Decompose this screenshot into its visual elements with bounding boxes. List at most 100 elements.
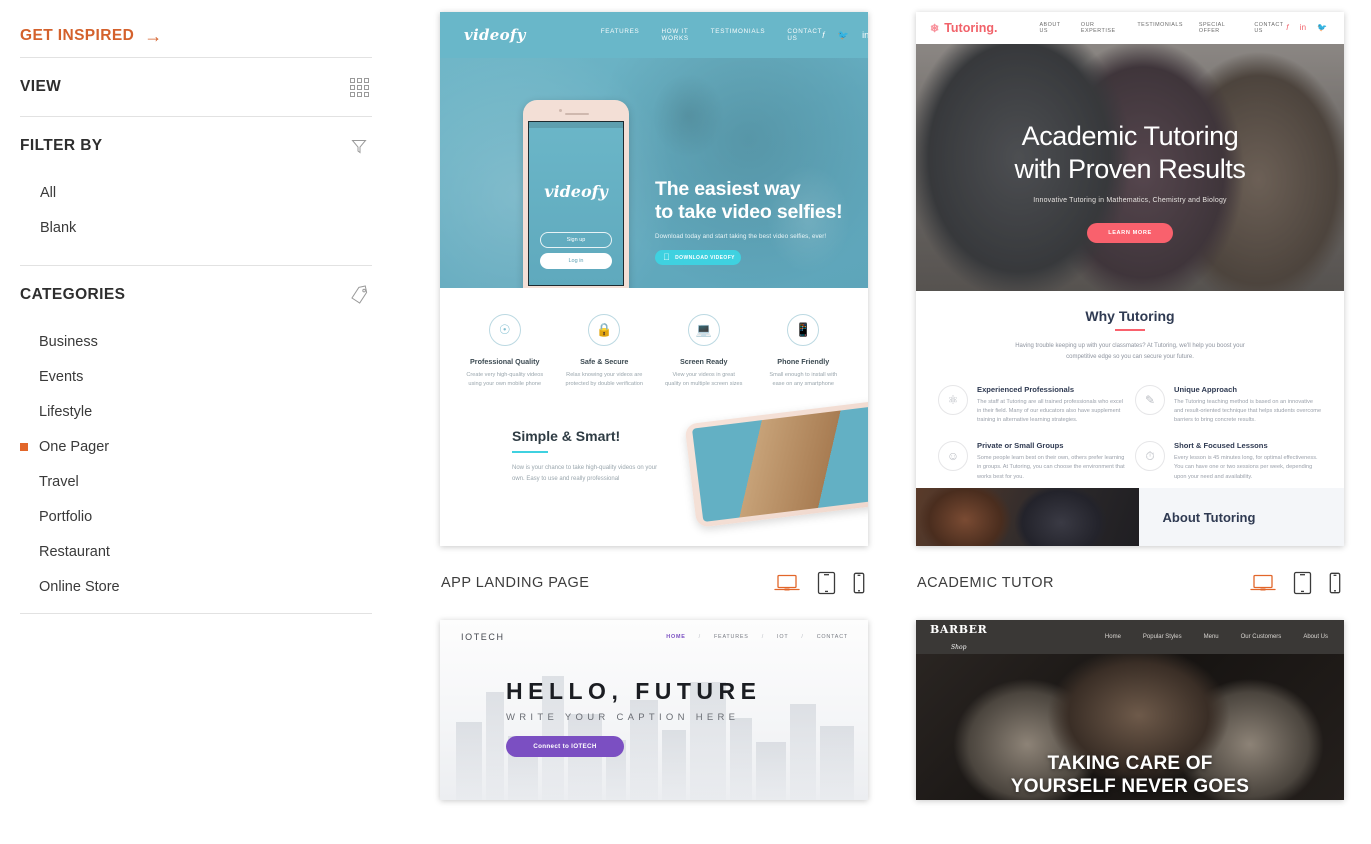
preview-logo: ❄ Tutoring.: [930, 21, 997, 35]
category-option-events[interactable]: Events: [20, 359, 372, 394]
category-option-label: Portfolio: [39, 508, 93, 525]
funnel-icon[interactable]: [346, 133, 372, 159]
nav-link: CONTACT: [816, 634, 848, 640]
nav-link: Home: [1104, 634, 1121, 640]
feature-item: ☉ Professional Quality Create very high-…: [456, 314, 554, 388]
category-option-online-store[interactable]: Online Store: [20, 569, 372, 604]
nav-link: Popular Styles: [1142, 634, 1182, 640]
preview-headline: HELLO, FUTURE: [506, 678, 762, 704]
filter-option-blank[interactable]: Blank: [20, 210, 372, 245]
nav-link: Our Customers: [1240, 634, 1282, 640]
desktop-icon[interactable]: [1250, 574, 1276, 592]
template-card[interactable]: BARBER Shop Home Popular Styles Menu Our…: [916, 620, 1344, 800]
feature-desc: View your videos in great quality on mul…: [665, 372, 743, 387]
about-title: About Tutoring: [1162, 509, 1256, 525]
template-card[interactable]: ❄ Tutoring. ABOUT US OUR EXPERTISE TESTI…: [916, 12, 1344, 620]
preview-headline: The easiest way to take video selfies!: [655, 178, 843, 223]
nav-link: CONTACT US: [1254, 22, 1284, 34]
logo-top-text: BARBER: [930, 623, 988, 636]
nav-link: ABOUT US: [1039, 22, 1061, 34]
category-option-one-pager[interactable]: One Pager: [20, 429, 372, 464]
about-photo: [916, 488, 1139, 546]
mobile-icon[interactable]: [853, 572, 865, 594]
preview-social-links: 𝑓 in 🐦: [1286, 23, 1327, 33]
desktop-icon[interactable]: [774, 574, 800, 592]
facebook-icon: 𝑓: [1286, 23, 1289, 32]
clock-icon: ⏱: [1135, 441, 1165, 472]
preview-social-links: 𝑓 🐦 in: [822, 30, 868, 41]
category-option-label: Events: [39, 368, 84, 385]
tablet-icon[interactable]: [817, 571, 836, 595]
category-option-label: Lifestyle: [39, 403, 93, 420]
preview-navbar: BARBER Shop Home Popular Styles Menu Our…: [916, 620, 1344, 654]
feature-desc: The staff at Tutoring are all trained pr…: [977, 398, 1124, 424]
filter-by-title: FILTER BY: [20, 137, 103, 154]
phone-login-button: Log in: [540, 253, 612, 269]
tag-icon[interactable]: [346, 282, 372, 308]
template-caption-row: ACADEMIC TUTOR: [916, 546, 1344, 620]
nav-link: OUR EXPERTISE: [1080, 22, 1116, 34]
category-option-travel[interactable]: Travel: [20, 464, 372, 499]
simple-desc: Now is your chance to take high-quality …: [512, 465, 658, 482]
tablet-icon[interactable]: [1293, 571, 1312, 595]
preview-navbar: ❄ Tutoring. ABOUT US OUR EXPERTISE TESTI…: [916, 12, 1344, 44]
iotech-preview: IOTECH HOME / FEATURES / IOT / CONTACT H…: [440, 620, 868, 800]
filter-option-label: All: [40, 184, 57, 201]
template-caption-row: APP LANDING PAGE: [440, 546, 868, 620]
feature-desc: The Tutoring teaching method is based on…: [1174, 398, 1322, 424]
arrow-right-icon: →: [144, 25, 163, 46]
preview-cta-button: LEARN MORE: [1087, 222, 1173, 243]
nav-link: Menu: [1203, 634, 1219, 640]
category-option-business[interactable]: Business: [20, 324, 372, 359]
linkedin-icon: in: [1299, 23, 1307, 32]
template-grid-area: videofy FEATURES HOW IT WORKS TESTIMONIA…: [400, 0, 1371, 844]
phone-signup-button: Sign up: [540, 232, 612, 248]
template-card[interactable]: IOTECH HOME / FEATURES / IOT / CONTACT H…: [440, 620, 868, 800]
preview-navbar: IOTECH HOME / FEATURES / IOT / CONTACT: [440, 620, 868, 654]
filter-section-header: FILTER BY: [20, 117, 372, 175]
device-toggle-group: [1250, 571, 1341, 595]
template-thumbnail-app-landing-page[interactable]: videofy FEATURES HOW IT WORKS TESTIMONIA…: [440, 12, 868, 546]
snowflake-icon: ❄: [930, 22, 940, 35]
get-inspired-link[interactable]: GET INSPIRED →: [20, 0, 372, 57]
template-thumbnail-barber-shop[interactable]: BARBER Shop Home Popular Styles Menu Our…: [916, 620, 1344, 800]
atom-icon: ⚛: [938, 384, 968, 415]
feature-title: Screen Ready: [679, 357, 728, 366]
template-card[interactable]: videofy FEATURES HOW IT WORKS TESTIMONIA…: [440, 12, 868, 620]
view-title: VIEW: [20, 78, 62, 95]
category-option-restaurant[interactable]: Restaurant: [20, 534, 372, 569]
feature-desc: Small enough to install with ease on any…: [769, 372, 838, 387]
feature-desc: Create very high-quality videos using yo…: [466, 372, 544, 387]
grid-icon[interactable]: [346, 74, 372, 100]
lock-icon: 🔒: [588, 314, 621, 346]
nav-link: TESTIMONIALS: [1137, 22, 1183, 28]
nav-link: HOW IT WORKS: [661, 28, 689, 42]
category-option-portfolio[interactable]: Portfolio: [20, 499, 372, 534]
template-thumbnail-academic-tutor[interactable]: ❄ Tutoring. ABOUT US OUR EXPERTISE TESTI…: [916, 12, 1344, 546]
category-option-label: Restaurant: [39, 543, 110, 560]
videofy-preview: videofy FEATURES HOW IT WORKS TESTIMONIA…: [440, 12, 868, 546]
divider: [20, 613, 372, 614]
twitter-icon: 🐦: [837, 29, 850, 40]
user-icon: ☺: [938, 441, 968, 472]
preview-about-section: About Tutoring: [916, 488, 1344, 546]
tilted-phone-mockup: [684, 400, 868, 529]
preview-logo: BARBER Shop: [930, 621, 987, 653]
linkedin-icon: in: [862, 29, 868, 40]
category-option-label: Online Store: [39, 578, 120, 595]
preview-hero: videofy Sign up Log in The easiest way to…: [440, 58, 868, 288]
template-thumbnail-iotech[interactable]: IOTECH HOME / FEATURES / IOT / CONTACT H…: [440, 620, 868, 800]
mobile-icon[interactable]: [1329, 572, 1341, 594]
nav-link: TESTIMONIALS: [710, 28, 766, 35]
filter-options: All Blank: [20, 175, 372, 245]
logo-bottom-text: Shop: [950, 644, 967, 651]
feature-item: 💻 Screen Ready View your videos in great…: [655, 314, 753, 388]
filter-option-all[interactable]: All: [20, 175, 372, 210]
category-option-label: One Pager: [39, 438, 110, 455]
preview-nav-links: Home Popular Styles Menu Our Customers A…: [1105, 634, 1328, 640]
why-lead: Having trouble keeping up with your clas…: [1015, 343, 1245, 360]
get-inspired-label: GET INSPIRED: [20, 26, 135, 44]
category-option-lifestyle[interactable]: Lifestyle: [20, 394, 372, 429]
categories-title: CATEGORIES: [20, 286, 126, 303]
sidebar: GET INSPIRED → VIEW FILTER BY All Blank …: [0, 0, 400, 844]
